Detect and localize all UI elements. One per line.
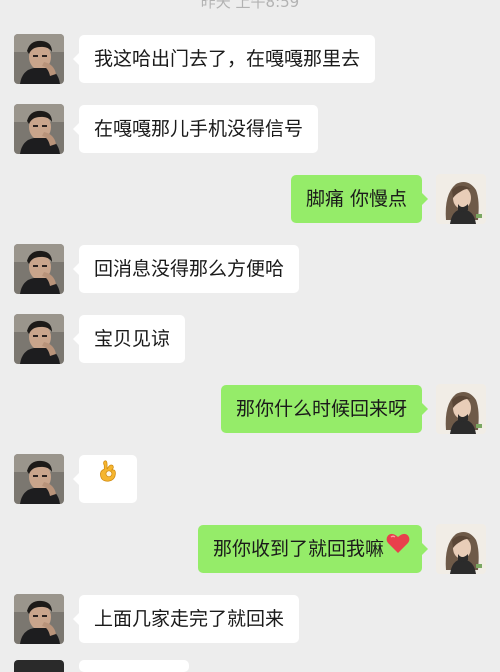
ok-hand-emoji-icon (95, 454, 121, 502)
message-timestamp: 昨天 上午8:59 (200, 0, 300, 11)
contact-avatar[interactable] (14, 660, 64, 672)
self-avatar[interactable] (436, 174, 486, 224)
message-row: 那你收到了就回我嘛 (0, 524, 500, 574)
sent-message-bubble[interactable]: 那你什么时候回来呀 (220, 385, 429, 433)
red-heart-emoji-icon (386, 524, 410, 572)
message-row: 在嘎嘎那儿手机没得信号 (0, 104, 500, 154)
contact-avatar[interactable] (14, 104, 64, 154)
message-row: 那你什么时候回来呀 (0, 384, 500, 434)
message-row: 上面几家走完了就回来 (0, 594, 500, 644)
received-message-bubble[interactable] (79, 660, 189, 672)
received-message-bubble[interactable]: 宝贝见谅 (72, 315, 186, 363)
received-message-bubble[interactable]: 在嘎嘎那儿手机没得信号 (72, 105, 319, 153)
received-message-bubble[interactable] (73, 454, 137, 503)
message-row: 我这哈出门去了，在嘎嘎那里去 (0, 34, 500, 84)
message-row: 脚痛 你慢点 (0, 174, 500, 224)
contact-avatar[interactable] (14, 244, 64, 294)
received-message-bubble[interactable]: 回消息没得那么方便哈 (72, 245, 300, 293)
message-row (0, 454, 500, 504)
sent-message-bubble[interactable]: 那你收到了就回我嘛 (197, 524, 429, 573)
message-row: 宝贝见谅 (0, 314, 500, 364)
contact-avatar[interactable] (14, 314, 64, 364)
received-message-bubble[interactable]: 上面几家走完了就回来 (72, 595, 300, 643)
contact-avatar[interactable] (14, 454, 64, 504)
message-row: 回消息没得那么方便哈 (0, 244, 500, 294)
self-avatar[interactable] (436, 524, 486, 574)
sent-message-text: 那你收到了就回我嘛 (212, 538, 384, 560)
self-avatar[interactable] (436, 384, 486, 434)
received-message-bubble[interactable]: 我这哈出门去了，在嘎嘎那里去 (72, 35, 376, 83)
contact-avatar[interactable] (14, 34, 64, 84)
sent-message-bubble[interactable]: 脚痛 你慢点 (290, 175, 429, 223)
contact-avatar[interactable] (14, 594, 64, 644)
